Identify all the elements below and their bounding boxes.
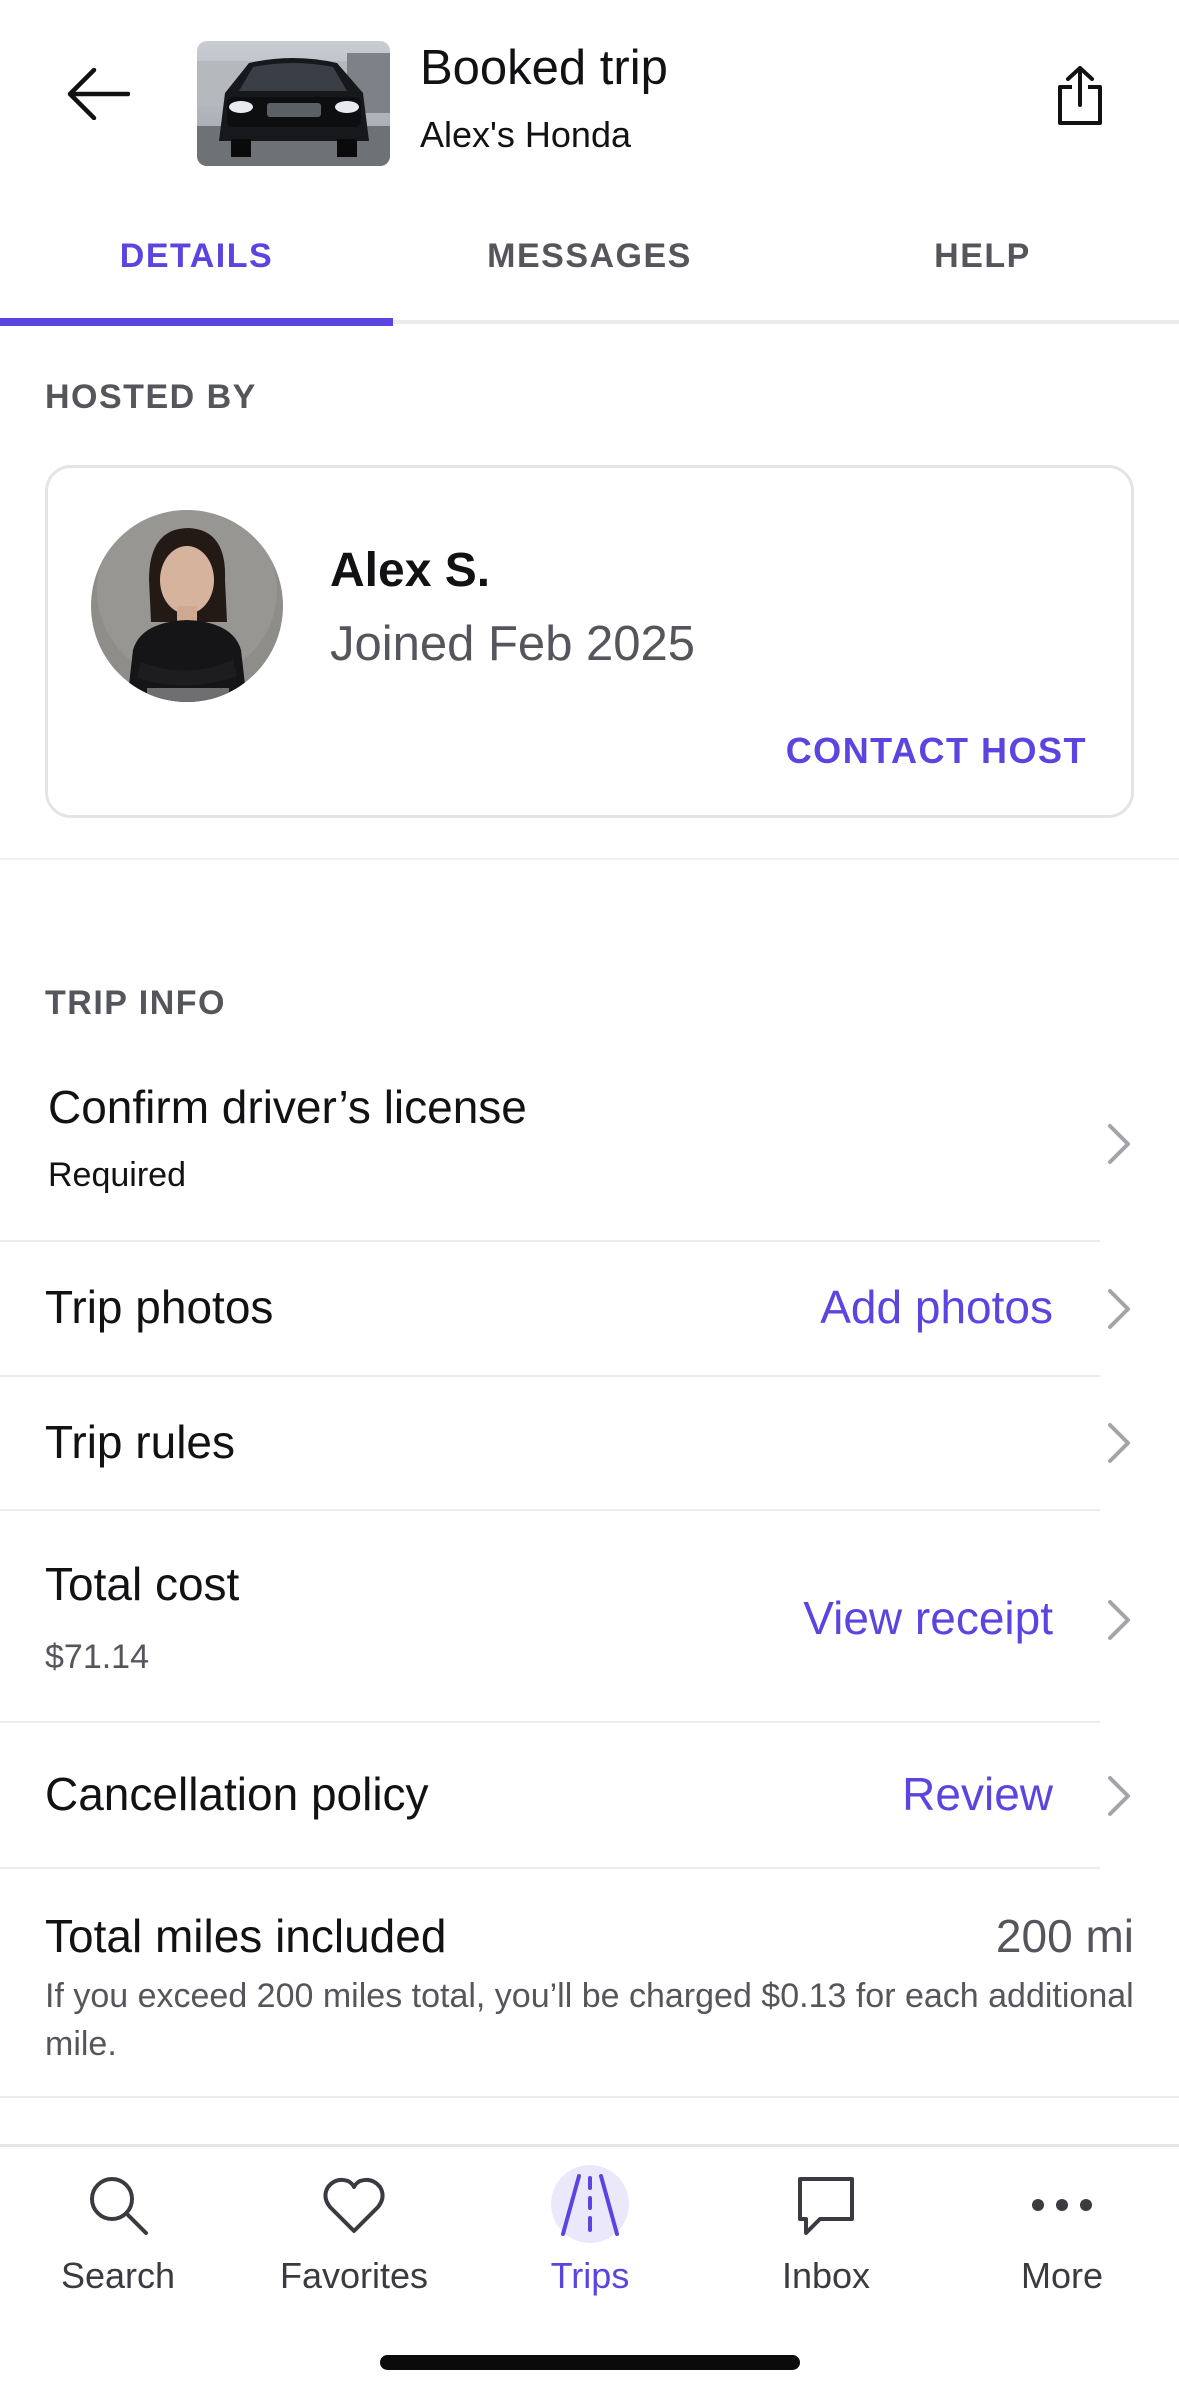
total-cost-row[interactable]: Total cost $71.14 View receipt [0, 1511, 1179, 1721]
nav-favorites[interactable]: Favorites [236, 2147, 472, 2297]
tab-help[interactable]: HELP [786, 190, 1179, 322]
chevron-right-icon [1108, 1776, 1130, 1816]
share-icon [1058, 66, 1102, 125]
confirm-license-status: Required [48, 1156, 186, 1194]
view-receipt-link[interactable]: View receipt [803, 1591, 1053, 1645]
total-miles-value: 200 mi [995, 1910, 1134, 1962]
tab-messages[interactable]: MESSAGES [393, 190, 786, 322]
total-cost-title: Total cost [45, 1558, 240, 1610]
heart-icon [316, 2167, 392, 2243]
tab-details[interactable]: DETAILS [0, 190, 393, 326]
trip-info-label: TRIP INFO [45, 984, 226, 1022]
nav-favorites-label: Favorites [279, 2255, 429, 2296]
confirm-license-row[interactable]: Confirm driver’s license Required [0, 1060, 1179, 1240]
host-name: Alex S. [330, 544, 491, 597]
confirm-license-title: Confirm driver’s license [48, 1081, 527, 1133]
trip-rules-title: Trip rules [45, 1416, 235, 1468]
miles-overage-note: If you exceed 200 miles total, you’ll be… [45, 1977, 1134, 2063]
section-divider [0, 858, 1179, 860]
contact-host-button[interactable]: CONTACT HOST [786, 730, 1087, 772]
nav-search[interactable]: Search [0, 2147, 236, 2297]
trip-photos-title: Trip photos [45, 1281, 274, 1333]
car-thumbnail [197, 41, 390, 166]
trip-photos-row[interactable]: Trip photos Add photos [0, 1242, 1179, 1376]
arrow-left-icon [67, 68, 130, 120]
total-miles-row: Total miles included 200 mi [0, 1869, 1179, 1969]
more-dots-icon [1024, 2167, 1100, 2243]
nav-inbox[interactable]: Inbox [708, 2147, 944, 2297]
chevron-right-icon [1108, 1600, 1130, 1640]
chevron-right-icon [1108, 1423, 1130, 1463]
nav-inbox-label: Inbox [781, 2255, 871, 2296]
chevron-right-icon [1108, 1124, 1130, 1164]
total-cost-amount: $71.14 [45, 1638, 149, 1676]
home-indicator[interactable] [380, 2355, 800, 2370]
tab-bar: DETAILS MESSAGES HELP [0, 190, 1179, 326]
row-divider [0, 2096, 1179, 2098]
chat-bubble-icon [788, 2167, 864, 2243]
header-subtitle: Alex's Honda [420, 114, 631, 155]
nav-more[interactable]: More [944, 2147, 1179, 2297]
host-avatar[interactable] [91, 510, 283, 702]
add-photos-link[interactable]: Add photos [820, 1280, 1053, 1334]
host-joined-date: Joined Feb 2025 [330, 617, 696, 671]
cancellation-policy-title: Cancellation policy [45, 1768, 429, 1820]
back-button[interactable] [60, 56, 136, 132]
nav-more-label: More [1020, 2255, 1104, 2296]
review-policy-link[interactable]: Review [902, 1767, 1053, 1821]
app-header: Booked trip Alex's Honda [0, 0, 1179, 190]
share-button[interactable] [1044, 56, 1116, 136]
road-icon [552, 2167, 628, 2243]
search-icon [80, 2167, 156, 2243]
total-miles-title: Total miles included [45, 1910, 447, 1962]
cancellation-policy-row[interactable]: Cancellation policy Review [0, 1723, 1179, 1867]
chevron-right-icon [1108, 1289, 1130, 1329]
hosted-by-label: HOSTED BY [45, 378, 257, 416]
nav-trips[interactable]: Trips [472, 2147, 708, 2297]
nav-search-label: Search [60, 2255, 176, 2296]
header-title: Booked trip [420, 41, 668, 95]
nav-trips-label: Trips [550, 2255, 630, 2296]
trip-rules-row[interactable]: Trip rules [0, 1377, 1179, 1509]
host-card: Alex S. Joined Feb 2025 CONTACT HOST [45, 465, 1134, 818]
